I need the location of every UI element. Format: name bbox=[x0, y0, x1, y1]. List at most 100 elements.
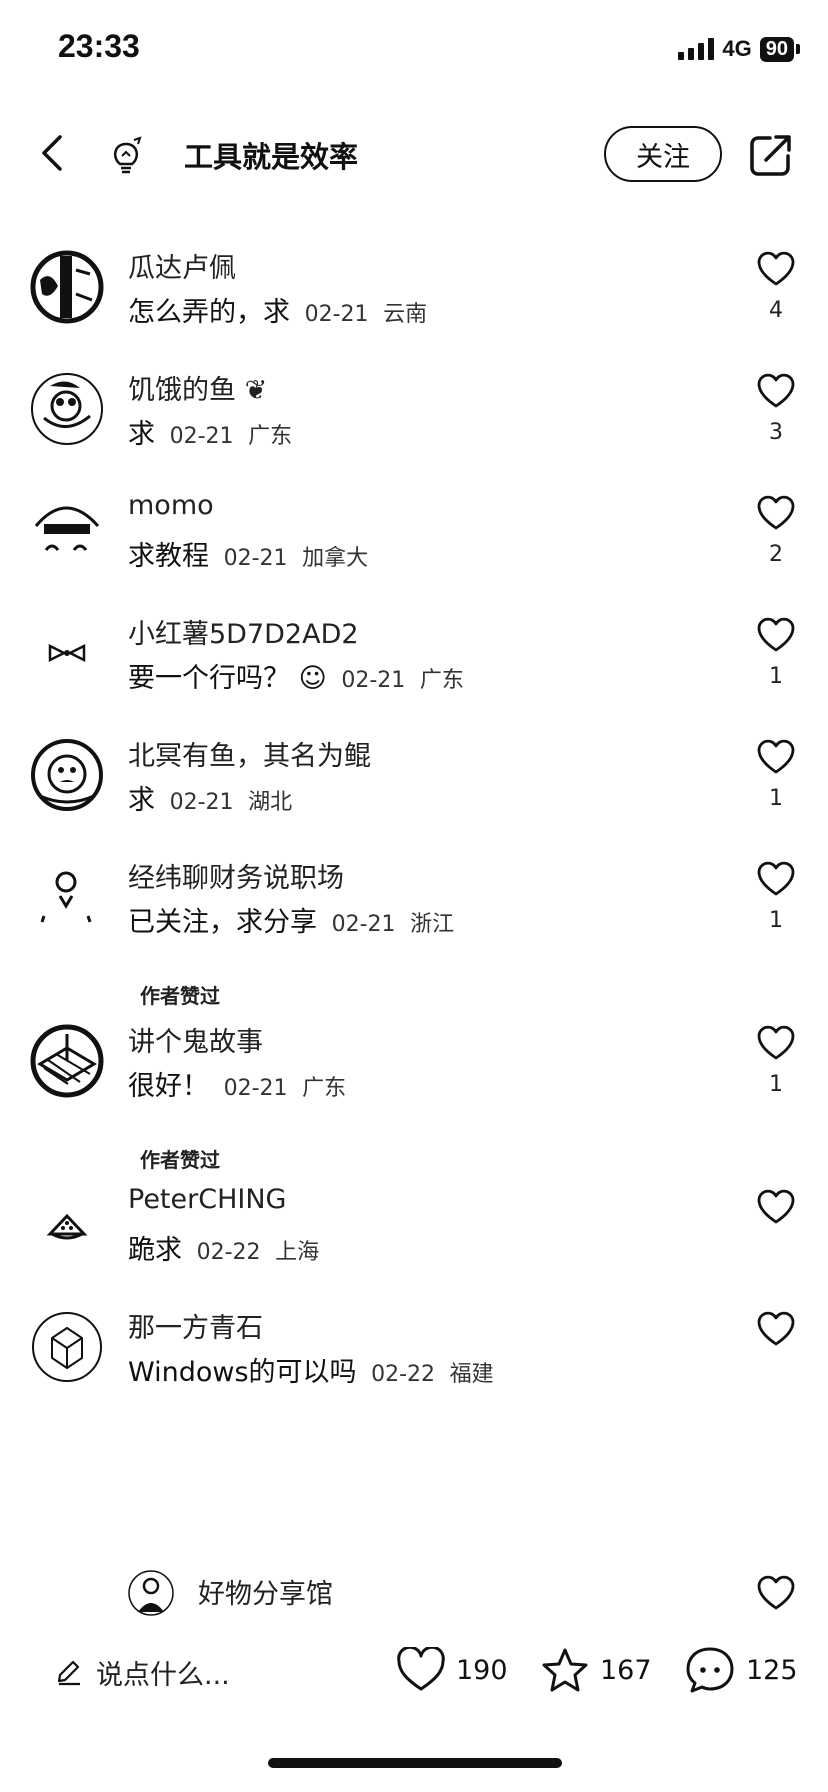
like-count: 1 bbox=[769, 1072, 783, 1097]
avatar[interactable] bbox=[30, 1188, 104, 1262]
home-indicator[interactable] bbox=[268, 1758, 562, 1768]
share-icon[interactable] bbox=[748, 132, 794, 178]
avatar[interactable] bbox=[30, 372, 104, 446]
battery-level: 90 bbox=[759, 36, 794, 62]
comment-text-line[interactable]: 要一个行吗？ ☺ 02-21 广东 bbox=[128, 656, 464, 695]
heart-icon[interactable] bbox=[756, 1024, 796, 1062]
chevron-left-icon bbox=[42, 135, 62, 171]
comment-author[interactable]: 小红薯5D7D2AD2 bbox=[128, 612, 359, 651]
avatar[interactable] bbox=[30, 860, 104, 934]
comment-location: 上海 bbox=[275, 1240, 320, 1265]
heart-icon[interactable] bbox=[756, 616, 796, 654]
comment-text: 已关注，求分享 bbox=[128, 907, 317, 938]
smile-emoji-icon: ☺ bbox=[298, 663, 327, 694]
like-count: 3 bbox=[769, 420, 783, 445]
back-button[interactable] bbox=[30, 128, 74, 178]
follow-button[interactable]: 关注 bbox=[604, 126, 722, 182]
avatar[interactable] bbox=[30, 494, 104, 568]
comment-author[interactable]: 瓜达卢佩 bbox=[128, 246, 236, 285]
bottom-bar: 说点什么... 190 167 125 bbox=[0, 1620, 828, 1730]
heart-icon[interactable] bbox=[756, 1574, 796, 1612]
comment-location: 广东 bbox=[419, 668, 464, 693]
comment-location: 福建 bbox=[449, 1362, 494, 1387]
comment-text-line[interactable]: 求 02-21 广东 bbox=[128, 412, 292, 451]
comment-text: 很好！ bbox=[128, 1071, 209, 1102]
heart-icon[interactable] bbox=[756, 372, 796, 410]
avatar[interactable] bbox=[30, 616, 104, 690]
comment-input[interactable]: 说点什么... bbox=[54, 1644, 230, 1700]
comment-text: 求 bbox=[128, 419, 155, 450]
leaf-emoji-icon: ❦ bbox=[236, 375, 268, 406]
comment-text-line[interactable]: 已关注，求分享 02-21 浙江 bbox=[128, 900, 454, 939]
comment-author[interactable]: PeterCHING bbox=[128, 1184, 286, 1215]
avatar[interactable] bbox=[30, 1024, 104, 1098]
comment-text-line[interactable]: 很好！ 02-21 广东 bbox=[128, 1064, 346, 1103]
comment-date: 02-21 bbox=[223, 546, 288, 571]
comment-author[interactable]: 经纬聊财务说职场 bbox=[128, 856, 344, 895]
nav-bar: 工具就是效率 关注 bbox=[0, 110, 828, 200]
lightbulb-icon bbox=[113, 136, 142, 174]
heart-icon[interactable] bbox=[756, 1188, 796, 1226]
heart-icon[interactable] bbox=[756, 738, 796, 776]
comment-text-line[interactable]: 求 02-21 湖北 bbox=[128, 778, 292, 817]
comment-location: 广东 bbox=[302, 1076, 347, 1101]
page-title: 工具就是效率 bbox=[184, 140, 359, 174]
like-count: 1 bbox=[769, 664, 783, 689]
comment-text-line[interactable]: Windows的可以吗 02-22 福建 bbox=[128, 1350, 494, 1389]
comment-text: 求教程 bbox=[128, 541, 209, 572]
heart-icon[interactable] bbox=[756, 250, 796, 288]
comment-author[interactable]: 饥饿的鱼 ❦ bbox=[128, 368, 267, 407]
network-type: 4G bbox=[722, 36, 752, 61]
comment-location: 云南 bbox=[383, 302, 428, 327]
comments-button[interactable]: 125 bbox=[684, 1640, 798, 1700]
signal-icon bbox=[678, 38, 715, 60]
heart-icon[interactable] bbox=[756, 494, 796, 532]
heart-icon[interactable] bbox=[756, 1310, 796, 1348]
comment-date: 02-22 bbox=[196, 1240, 261, 1265]
comment-author[interactable]: 讲个鬼故事 bbox=[128, 1020, 263, 1059]
author-liked-badge: 作者赞过 bbox=[140, 984, 220, 1008]
status-indicators: 4G 90 bbox=[678, 36, 800, 62]
heart-icon[interactable] bbox=[756, 860, 796, 898]
comment-text-line[interactable]: 求教程 02-21 加拿大 bbox=[128, 534, 368, 573]
reply-author[interactable]: 好物分享馆 bbox=[198, 1572, 333, 1611]
comment-date: 02-21 bbox=[169, 790, 234, 815]
avatar[interactable] bbox=[30, 1310, 104, 1384]
status-time: 23:33 bbox=[58, 28, 140, 64]
avatar[interactable] bbox=[30, 250, 104, 324]
like-count: 1 bbox=[769, 786, 783, 811]
like-count: 2 bbox=[769, 542, 783, 567]
comment-text-line[interactable]: 跪求 02-22 上海 bbox=[128, 1228, 319, 1267]
comment-date: 02-21 bbox=[169, 424, 234, 449]
comment-author[interactable]: momo bbox=[128, 490, 214, 521]
like-count: 1 bbox=[769, 908, 783, 933]
star-icon bbox=[542, 1648, 588, 1692]
comment-text-line[interactable]: 怎么弄的，求 02-21 云南 bbox=[128, 290, 427, 329]
pencil-icon bbox=[57, 1660, 80, 1686]
heart-icon bbox=[397, 1647, 445, 1691]
comment-location: 广东 bbox=[248, 424, 293, 449]
comment-date: 02-21 bbox=[341, 668, 406, 693]
comment-date: 02-21 bbox=[331, 912, 396, 937]
comment-date: 02-21 bbox=[304, 302, 369, 327]
comment-input-placeholder: 说点什么... bbox=[96, 1659, 230, 1691]
chat-bubble-icon bbox=[686, 1647, 734, 1693]
comment-date: 02-21 bbox=[223, 1076, 288, 1101]
comment-author[interactable]: 那一方青石 bbox=[128, 1306, 263, 1345]
comment-total: 125 bbox=[746, 1654, 798, 1686]
comment-location: 湖北 bbox=[248, 790, 293, 815]
avatar[interactable] bbox=[30, 738, 104, 812]
comment-location: 浙江 bbox=[410, 912, 455, 937]
favorite-total: 167 bbox=[600, 1654, 652, 1686]
comment-location: 加拿大 bbox=[302, 546, 369, 571]
like-count: 4 bbox=[769, 298, 783, 323]
like-post-button[interactable]: 190 bbox=[396, 1640, 508, 1700]
comment-text: 怎么弄的，求 bbox=[128, 297, 290, 328]
comment-text: 求 bbox=[128, 785, 155, 816]
battery-icon: 90 bbox=[759, 36, 800, 62]
comment-author[interactable]: 北冥有鱼，其名为鲲 bbox=[128, 734, 371, 773]
reply-avatar[interactable] bbox=[128, 1570, 174, 1616]
favorite-button[interactable]: 167 bbox=[540, 1640, 652, 1700]
author-liked-badge: 作者赞过 bbox=[140, 1148, 220, 1172]
comment-text: Windows的可以吗 bbox=[128, 1357, 357, 1388]
